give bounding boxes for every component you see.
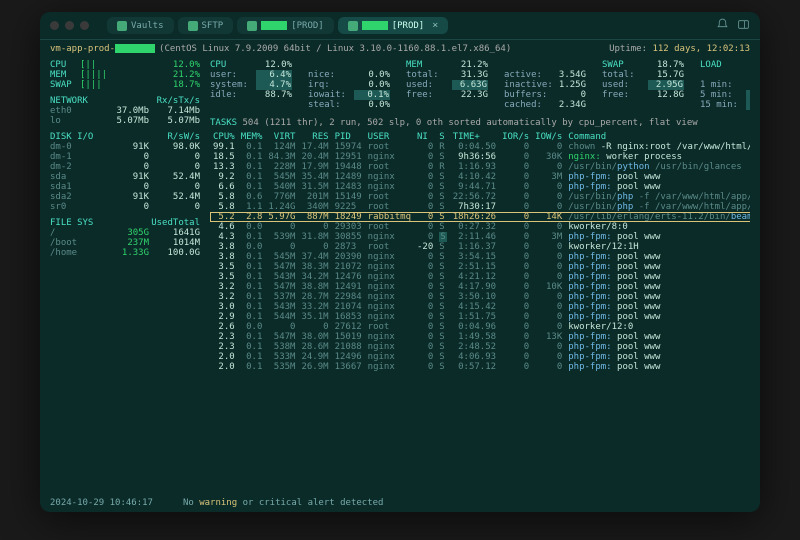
process-row[interactable]: 2.0 0.1 535M 26.9M 13667 nginx 0 S 0:57.… [210, 362, 750, 372]
terminal-window: VaultsSFTP[PROD][PROD]× vm-app-prod- (Ce… [40, 12, 760, 512]
resource-bars: CPU[|| 12.0%MEM[|||| 21.2%SWAP[||| 18.7% [50, 60, 200, 90]
bar-swap: SWAP[||| 18.7% [50, 80, 200, 90]
process-row[interactable]: 5.8 1.1 1.24G 340M 9225 root 0 S 7h30:17… [210, 202, 750, 212]
window-controls[interactable] [50, 21, 89, 30]
process-table[interactable]: CPU%MEM%VIRTRESPIDUSERNISTIME+IOR/sIOW/s… [210, 132, 750, 488]
process-row[interactable]: 2.0 0.1 533M 24.9M 12496 nginx 0 S 4:06.… [210, 352, 750, 362]
tasks-line: TASKS 504 (1211 thr), 2 run, 502 slp, 0 … [210, 118, 750, 128]
folder-icon [188, 21, 198, 31]
process-row[interactable]: 3.2 0.1 537M 28.7M 22984 nginx 0 S 3:50.… [210, 292, 750, 302]
row-dm-0: dm-091K98.0K [50, 142, 200, 152]
tabs: VaultsSFTP[PROD][PROD]× [107, 17, 448, 34]
filesys-section: FILE SYSUsedTotal/305G1641G/boot237M1014… [50, 218, 200, 258]
row-lo: lo5.07Mb5.07Mb [50, 116, 200, 126]
row-eth0: eth037.0Mb7.14Mb [50, 106, 200, 116]
network-section: NETWORKRx/sTx/seth037.0Mb7.14Mblo5.07Mb5… [50, 96, 200, 126]
process-row[interactable]: 6.6 0.1 540M 31.5M 12483 nginx 0 S 9:44.… [210, 182, 750, 192]
process-row[interactable]: 2.3 0.1 547M 38.0M 15019 nginx 0 S 1:49.… [210, 332, 750, 342]
process-row[interactable]: 3.8 0.0 0 0 2873 root -20 S 1:16.37 0 0 … [210, 242, 750, 252]
process-row[interactable]: 5.2 2.8 5.97G 887M 18249 rabbitmq 0 S 18… [210, 212, 750, 222]
process-row[interactable]: 99.1 0.1 124M 17.4M 15974 root 0 R 0:04.… [210, 142, 750, 152]
process-row[interactable]: 3.8 0.1 545M 37.4M 20390 nginx 0 S 3:54.… [210, 252, 750, 262]
process-row[interactable]: 18.5 0.1 84.3M 20.4M 12951 nginx 0 S 9h3… [210, 152, 750, 162]
process-row[interactable]: 13.3 0.1 228M 17.9M 19448 root 0 R 1:16.… [210, 162, 750, 172]
row-dm-2: dm-200 [50, 162, 200, 172]
row-sr0: sr000 [50, 202, 200, 212]
row-sda: sda91K52.4M [50, 172, 200, 182]
alert-message: No warning or critical alert detected [183, 498, 384, 508]
tab-1[interactable]: SFTP [178, 17, 234, 34]
process-row[interactable]: 3.2 0.1 547M 38.8M 12491 nginx 0 S 4:17.… [210, 282, 750, 292]
row-dm-1: dm-100 [50, 152, 200, 162]
titlebar: VaultsSFTP[PROD][PROD]× [40, 12, 760, 40]
tab-0[interactable]: Vaults [107, 17, 174, 34]
row-sda1: sda100 [50, 182, 200, 192]
panel-icon[interactable] [737, 18, 750, 34]
vaults-icon [117, 21, 127, 31]
row-sda2: sda291K52.4M [50, 192, 200, 202]
hostline: vm-app-prod- (CentOS Linux 7.9.2009 64bi… [40, 40, 760, 58]
row-/boot: /boot237M1014M [50, 238, 200, 248]
ubuntu-icon [247, 21, 257, 31]
process-row[interactable]: 4.3 0.1 539M 31.8M 30855 nginx 0 S 2:11.… [210, 232, 750, 242]
process-row[interactable]: 5.8 0.6 776M 201M 15149 root 0 S 22:56.7… [210, 192, 750, 202]
right-panel: CPU12.0%user:6.4%system:4.7%idle:88.7% n… [210, 60, 750, 488]
bar-cpu: CPU[|| 12.0% [50, 60, 200, 70]
tab-3[interactable]: [PROD]× [338, 17, 449, 34]
row-/: /305G1641G [50, 228, 200, 238]
row-/home: /home1.33G100.0G [50, 248, 200, 258]
tab-2[interactable]: [PROD] [237, 17, 334, 34]
process-row[interactable]: 4.6 0.0 0 0 29303 root 0 S 0:27.32 0 0 k… [210, 222, 750, 232]
diskio-section: DISK I/OR/sW/sdm-091K98.0Kdm-100dm-200sd… [50, 132, 200, 212]
process-row[interactable]: 2.6 0.0 0 0 27612 root 0 S 0:04.96 0 0 k… [210, 322, 750, 332]
left-panel: CPU[|| 12.0%MEM[|||| 21.2%SWAP[||| 18.7%… [50, 60, 200, 488]
uptime: Uptime: 112 days, 12:02:13 [609, 44, 750, 54]
bar-mem: MEM[|||| 21.2% [50, 70, 200, 80]
bell-icon[interactable] [716, 18, 729, 34]
system-string: (CentOS Linux 7.9.2009 64bit / Linux 3.1… [159, 44, 511, 54]
statusbar: 2024-10-29 10:46:17 No warning or critic… [40, 494, 760, 512]
top-stats-grid: CPU12.0%user:6.4%system:4.7%idle:88.7% n… [210, 60, 750, 110]
process-row[interactable]: 9.2 0.1 545M 35.4M 12489 nginx 0 S 4:10.… [210, 172, 750, 182]
process-row[interactable]: 3.5 0.1 543M 34.2M 12476 nginx 0 S 4:21.… [210, 272, 750, 282]
term-icon [348, 21, 358, 31]
clock: 2024-10-29 10:46:17 [50, 498, 153, 508]
process-row[interactable]: 3.5 0.1 547M 38.3M 21072 nginx 0 S 2:51.… [210, 262, 750, 272]
process-row[interactable]: 2.3 0.1 538M 28.6M 21088 nginx 0 S 2:48.… [210, 342, 750, 352]
close-icon[interactable]: × [432, 20, 438, 31]
process-row[interactable]: 3.0 0.1 543M 33.2M 21074 nginx 0 S 4:15.… [210, 302, 750, 312]
hostname: vm-app-prod- [50, 44, 155, 54]
process-row[interactable]: 2.9 0.1 544M 35.1M 16853 nginx 0 S 1:51.… [210, 312, 750, 322]
